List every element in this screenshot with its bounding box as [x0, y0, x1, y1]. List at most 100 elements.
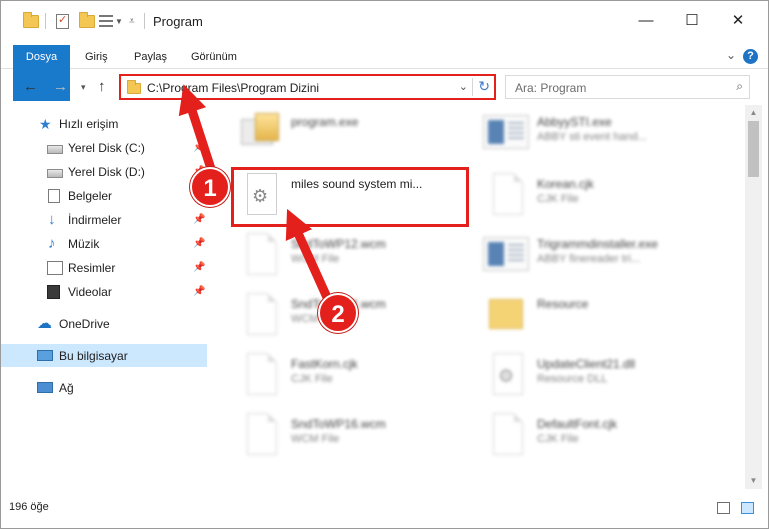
search-input[interactable]: Ara: Program ⌕	[505, 75, 750, 99]
sidebar-item-label: Belgeler	[68, 188, 113, 203]
sidebar-item-disk-c[interactable]: Yerel Disk (C:) 📌	[1, 136, 207, 159]
up-button[interactable]: ↑	[98, 78, 106, 95]
tab-home[interactable]: Giriş	[75, 45, 118, 69]
sidebar-item-music[interactable]: ♪ Müzik 📌	[1, 232, 207, 255]
address-path[interactable]: C:\Program Files\Program Dizini	[147, 81, 319, 95]
tab-view[interactable]: Görünüm	[181, 45, 247, 69]
pin-icon[interactable]: 📌	[193, 262, 205, 273]
file-item[interactable]: program.exe	[235, 109, 475, 165]
file-type: ABBY finereader tri...	[537, 253, 641, 265]
music-icon: ♪	[48, 234, 56, 252]
drive-icon	[47, 168, 63, 178]
maximize-button[interactable]: ☐	[677, 9, 707, 33]
pc-icon	[37, 350, 53, 361]
cloud-icon: ☁	[37, 314, 52, 332]
file-icon	[481, 171, 529, 221]
pin-icon[interactable]: 📌	[193, 238, 205, 249]
help-icon[interactable]: ?	[743, 49, 758, 64]
file-type: ABBY sti event hand...	[537, 131, 647, 143]
file-type: CJK File	[291, 373, 333, 385]
properties-icon[interactable]	[56, 11, 69, 31]
search-placeholder: Ara: Program	[515, 81, 587, 95]
address-bar[interactable]: C:\Program Files\Program Dizini ⌄ ↻	[119, 74, 496, 100]
tiles-view-button[interactable]	[741, 502, 754, 514]
file-item[interactable]: SndToWP16.wcm WCM File	[235, 411, 475, 467]
pin-icon[interactable]: 📌	[193, 214, 205, 225]
download-icon: ↓	[48, 210, 56, 228]
new-folder-icon[interactable]	[79, 11, 95, 31]
file-icon	[481, 411, 529, 461]
folder-icon	[127, 80, 141, 94]
sidebar-item-pictures[interactable]: Resimler 📌	[1, 256, 207, 279]
view-icon[interactable]	[99, 11, 113, 31]
status-bar: 196 öğe	[1, 493, 768, 523]
ribbon: Dosya Giriş Paylaş Görünüm ⌄ ?	[1, 45, 768, 101]
navigation-bar: ← → ▾ ↑ C:\Program Files\Program Dizini …	[1, 71, 768, 103]
vertical-scrollbar[interactable]: ▲ ▼	[745, 105, 762, 489]
pin-icon[interactable]: 📌	[193, 286, 205, 297]
customize-toolbar-icon[interactable]: ⩡	[129, 11, 135, 31]
file-type: Resource DLL	[537, 373, 608, 385]
step-badge-1: 1	[190, 167, 230, 207]
separator	[472, 78, 473, 96]
file-item[interactable]: Trigrammdinstaller.exe ABBY finereader t…	[481, 231, 721, 287]
sidebar-item-downloads[interactable]: ↓ İndirmeler 📌	[1, 208, 207, 231]
sidebar-item-videos[interactable]: Videolar 📌	[1, 280, 207, 303]
file-type: WCM File	[291, 253, 340, 265]
application-icon	[481, 231, 529, 281]
file-name: SndToWP16.wcm	[291, 417, 386, 431]
file-name: DefaultFont.cjk	[537, 417, 618, 431]
file-item[interactable]: Korean.cjk CJK File	[481, 171, 721, 227]
sidebar-item-label: Videolar	[68, 284, 112, 299]
file-item[interactable]: Resource	[481, 291, 721, 347]
details-view-button[interactable]	[717, 502, 730, 514]
file-name: UpdateClient21.dll	[537, 357, 636, 371]
window-title: Program	[153, 14, 203, 29]
title-bar: ▼ ⩡ Program — ☐ ✕	[1, 1, 768, 41]
forward-button[interactable]: →	[53, 78, 68, 95]
pin-icon[interactable]: 📌	[193, 142, 205, 153]
file-item[interactable]: UpdateClient21.dll Resource DLL	[481, 351, 721, 407]
item-count: 196 öğe	[9, 501, 49, 513]
file-item[interactable]: SndToWP12.wcm WCM File	[235, 231, 475, 287]
step-badge-2: 2	[318, 293, 358, 333]
recent-locations-icon[interactable]: ▾	[81, 82, 86, 93]
refresh-icon[interactable]: ↻	[478, 78, 490, 95]
sidebar-item-label: Bu bilgisayar	[59, 348, 128, 363]
file-type: CJK File	[537, 433, 579, 445]
scroll-up-icon[interactable]: ▲	[745, 105, 762, 121]
explorer-window: ▼ ⩡ Program — ☐ ✕ Dosya Giriş Paylaş Gör…	[0, 0, 769, 529]
file-name: Trigrammdinstaller.exe	[537, 237, 658, 251]
file-item[interactable]: FastKorn.cjk CJK File	[235, 351, 475, 407]
sidebar-item-label: İndirmeler	[68, 212, 122, 227]
folder-icon	[23, 11, 39, 31]
scroll-down-icon[interactable]: ▼	[745, 473, 762, 489]
sidebar-item-onedrive[interactable]: ☁ OneDrive	[1, 312, 207, 335]
file-type: WCM File	[291, 433, 340, 445]
sidebar-item-documents[interactable]: Belgeler 📌	[1, 184, 207, 207]
application-icon	[481, 109, 529, 159]
separator	[45, 11, 46, 31]
sidebar-item-disk-d[interactable]: Yerel Disk (D:) 📌	[1, 160, 207, 183]
file-name: AbbyySTI.exe	[537, 115, 612, 129]
expand-ribbon-icon[interactable]: ⌄	[726, 48, 736, 62]
chevron-down-icon[interactable]: ⌄	[459, 80, 468, 93]
minimize-button[interactable]: —	[631, 9, 661, 33]
search-icon[interactable]: ⌕	[736, 79, 743, 94]
file-list: program.exe AbbyySTI.exe ABBY sti event …	[211, 105, 744, 489]
file-name: SndToWP12.wcm	[291, 237, 386, 251]
scrollbar-thumb[interactable]	[748, 121, 759, 177]
settings-file-icon	[481, 351, 529, 401]
file-name: program.exe	[291, 115, 359, 129]
sidebar-item-label: OneDrive	[59, 316, 110, 331]
videos-icon	[47, 284, 60, 299]
sidebar-item-this-pc[interactable]: Bu bilgisayar	[1, 344, 207, 367]
file-item[interactable]: DefaultFont.cjk CJK File	[481, 411, 721, 467]
tab-share[interactable]: Paylaş	[124, 45, 177, 69]
sidebar-item-quick-access[interactable]: ★ Hızlı erişim	[1, 112, 207, 135]
sidebar-item-network[interactable]: Ağ	[1, 376, 207, 399]
back-button[interactable]: ←	[23, 78, 38, 95]
close-button[interactable]: ✕	[723, 9, 753, 33]
file-icon	[235, 411, 283, 461]
file-item[interactable]: AbbyySTI.exe ABBY sti event hand...	[481, 109, 721, 165]
